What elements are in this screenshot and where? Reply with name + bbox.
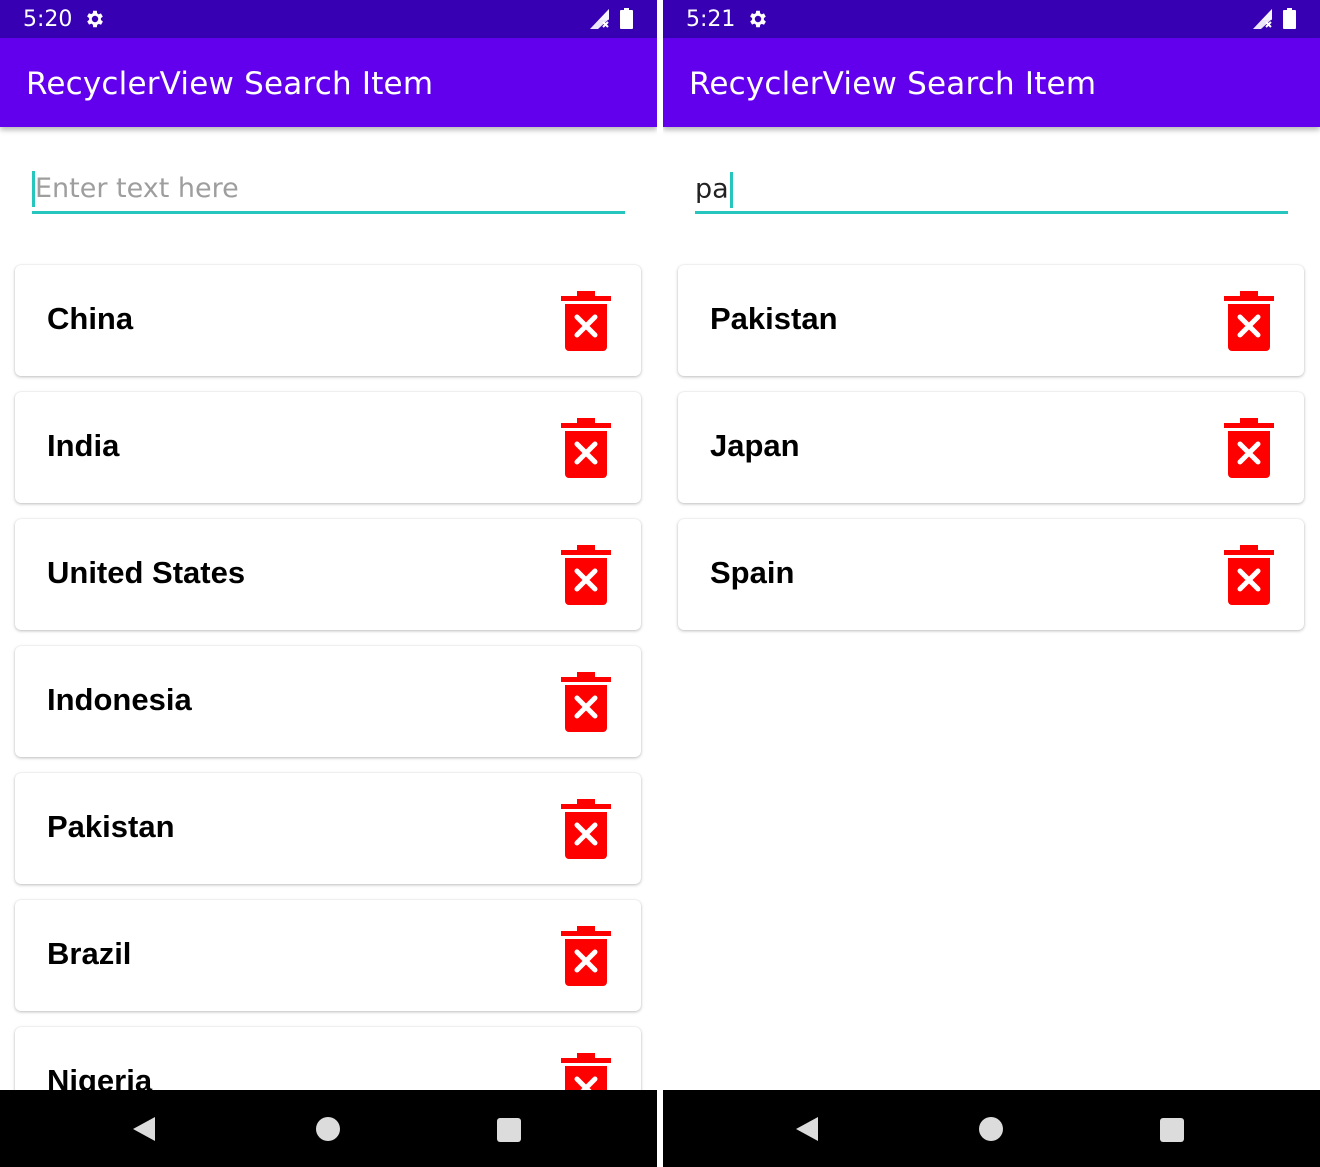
list-item: Pakistan xyxy=(15,773,641,884)
country-name: Japan xyxy=(710,428,800,463)
country-name: Pakistan xyxy=(710,301,838,336)
delete-icon[interactable] xyxy=(561,1053,611,1090)
app-bar: RecyclerView Search Item xyxy=(0,38,657,127)
country-list[interactable]: Pakistan Japan Spain xyxy=(663,256,1320,1090)
app-title: RecyclerView Search Item xyxy=(689,66,1097,102)
list-item: Japan xyxy=(678,392,1304,503)
home-icon[interactable] xyxy=(979,1117,1003,1141)
home-icon[interactable] xyxy=(316,1117,340,1141)
back-icon[interactable] xyxy=(794,1116,820,1142)
country-name: Indonesia xyxy=(47,682,192,717)
search-input[interactable] xyxy=(32,166,625,211)
country-name: Spain xyxy=(710,555,795,590)
list-item: Spain xyxy=(678,519,1304,630)
search-field[interactable]: pa xyxy=(695,166,1288,214)
country-name: United States xyxy=(47,555,246,590)
recents-icon[interactable] xyxy=(1160,1118,1184,1142)
search-input-value: pa xyxy=(695,173,729,205)
country-name: Pakistan xyxy=(47,809,175,844)
list-item: Nigeria xyxy=(15,1027,641,1090)
country-name: India xyxy=(47,428,120,463)
delete-icon[interactable] xyxy=(1224,545,1274,605)
back-icon[interactable] xyxy=(131,1116,157,1142)
recents-icon[interactable] xyxy=(497,1118,521,1142)
signal-icon xyxy=(1253,9,1272,29)
list-item: Indonesia xyxy=(15,646,641,757)
battery-icon xyxy=(1283,8,1296,29)
search-input[interactable]: pa xyxy=(695,172,733,208)
phone-screen-unfiltered: 5:20 RecyclerView Search Item China Indi… xyxy=(0,0,657,1167)
text-cursor xyxy=(729,172,733,208)
list-item: China xyxy=(15,265,641,376)
country-name: Nigeria xyxy=(47,1063,153,1090)
delete-icon[interactable] xyxy=(561,418,611,478)
phone-screen-filtered: 5:21 RecyclerView Search Item pa Pakista… xyxy=(663,0,1320,1167)
list-item: India xyxy=(15,392,641,503)
list-item: United States xyxy=(15,519,641,630)
navigation-bar xyxy=(0,1090,657,1167)
signal-icon xyxy=(590,9,609,29)
app-title: RecyclerView Search Item xyxy=(26,66,434,102)
app-bar: RecyclerView Search Item xyxy=(663,38,1320,127)
country-list[interactable]: China India United States Indonesia Paki… xyxy=(0,256,657,1090)
status-time: 5:20 xyxy=(23,7,73,32)
navigation-bar xyxy=(663,1090,1320,1167)
settings-icon xyxy=(87,10,103,28)
delete-icon[interactable] xyxy=(561,672,611,732)
status-bar: 5:21 xyxy=(663,0,1320,38)
country-name: China xyxy=(47,301,134,336)
status-time: 5:21 xyxy=(686,7,736,32)
search-field[interactable] xyxy=(32,166,625,214)
delete-icon[interactable] xyxy=(1224,291,1274,351)
list-item: Pakistan xyxy=(678,265,1304,376)
delete-icon[interactable] xyxy=(561,291,611,351)
battery-icon xyxy=(620,8,633,29)
status-bar: 5:20 xyxy=(0,0,657,38)
delete-icon[interactable] xyxy=(561,799,611,859)
settings-icon xyxy=(750,10,766,28)
delete-icon[interactable] xyxy=(1224,418,1274,478)
delete-icon[interactable] xyxy=(561,926,611,986)
list-item: Brazil xyxy=(15,900,641,1011)
country-name: Brazil xyxy=(47,936,132,971)
delete-icon[interactable] xyxy=(561,545,611,605)
